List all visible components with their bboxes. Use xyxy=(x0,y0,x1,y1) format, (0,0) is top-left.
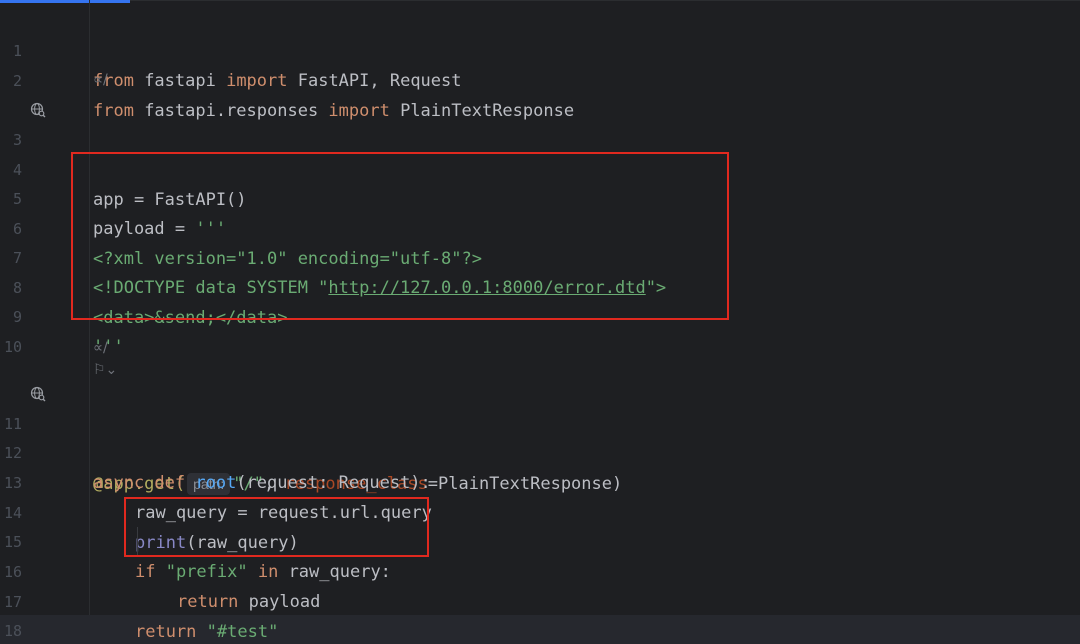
code-line-19[interactable]: 19 xyxy=(0,615,1080,644)
code-line-12[interactable]: 12 async def root(request: Request): xyxy=(0,408,1080,493)
code-line-18[interactable]: 18 xyxy=(0,586,1080,640)
code-line-2[interactable]: 2 from fastapi.responses import PlainTex… xyxy=(0,36,1080,121)
share-lens-icon[interactable]: ∝/ xyxy=(93,68,108,92)
line-number: 10 xyxy=(3,338,22,356)
globe-search-icon[interactable] xyxy=(30,102,46,118)
code-line-13[interactable]: 13 raw_query = request.url.query xyxy=(0,438,1080,523)
code-line-3[interactable]: 3 app = FastAPI() xyxy=(0,95,1080,210)
code-line-14[interactable]: 14 print(raw_query) xyxy=(0,468,1080,553)
import-names: FastAPI, Request xyxy=(287,71,462,91)
module-name: fastapi xyxy=(133,71,227,91)
active-tab-indicator xyxy=(0,0,130,3)
payload-highlight-box xyxy=(71,152,729,320)
return-payload-highlight-box xyxy=(124,497,429,557)
code-line-1[interactable]: 1 from fastapi import FastAPI, Request xyxy=(0,6,1080,91)
code-line-4[interactable]: 4 xyxy=(0,125,1080,179)
code-line-17[interactable]: 17 return "#test" xyxy=(0,557,1080,642)
keyword-import: import xyxy=(226,71,288,91)
globe-search-icon[interactable] xyxy=(30,386,46,402)
share-lens-icon[interactable]: ∝/ xyxy=(93,336,108,360)
line-number: 2 xyxy=(12,72,22,90)
code-line-11[interactable]: 11 @app.get(path: "/", response_class=Pla… xyxy=(0,379,1080,495)
tab-bar-border xyxy=(130,0,1080,1)
